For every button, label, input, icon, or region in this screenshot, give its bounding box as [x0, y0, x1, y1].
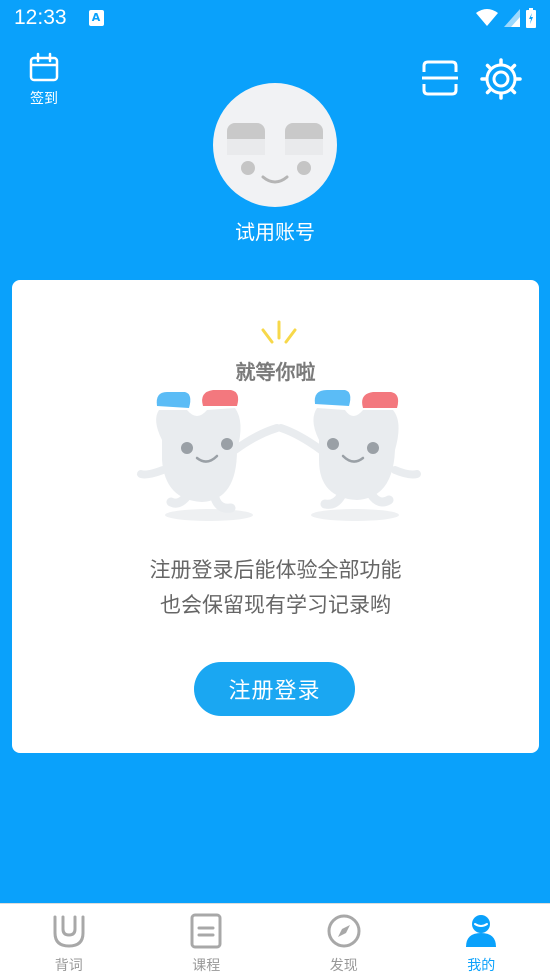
- card-message-line1: 注册登录后能体验全部功能: [149, 558, 402, 582]
- signal-icon: [504, 9, 520, 27]
- tab-label: 我的: [467, 958, 496, 974]
- battery-icon: [526, 8, 536, 28]
- high-five-illustration: [137, 320, 421, 521]
- scan-button[interactable]: [420, 58, 460, 98]
- tab-mine[interactable]: 我的: [413, 904, 550, 979]
- tab-courses[interactable]: 课程: [138, 904, 276, 979]
- book-icon: [190, 913, 222, 949]
- settings-button[interactable]: [480, 58, 522, 100]
- card-message-line2: 也会保留现有学习记录哟: [160, 593, 391, 617]
- avatar[interactable]: [213, 83, 337, 207]
- checkin-label: 签到: [30, 91, 58, 107]
- app-notification-icon: A: [88, 10, 104, 26]
- waiting-title: 就等你啦: [235, 360, 316, 384]
- login-prompt-card: 就等你啦 注册登录后能体验全部功能 也会保留现有学习记录哟 注册登录: [12, 280, 539, 753]
- tab-label: 课程: [192, 958, 221, 974]
- gear-icon: [480, 58, 522, 100]
- status-indicators: [476, 8, 536, 28]
- tab-label: 发现: [329, 958, 358, 974]
- calendar-icon: [29, 52, 59, 82]
- wifi-icon: [476, 9, 498, 26]
- tab-discover[interactable]: 发现: [275, 904, 413, 979]
- tab-label: 背词: [54, 958, 83, 974]
- status-bar: 12:33 A: [0, 0, 550, 36]
- person-icon: [466, 915, 497, 947]
- status-time: 12:33: [14, 6, 67, 29]
- u-cup-icon: [53, 915, 85, 948]
- bottom-tab-bar: 背词 课程 发现 我的: [0, 903, 550, 979]
- register-login-button[interactable]: 注册登录: [194, 662, 355, 716]
- compass-icon: [327, 914, 361, 948]
- username[interactable]: 试用账号: [0, 216, 550, 245]
- checkin-button[interactable]: 签到: [24, 52, 64, 108]
- scan-icon: [422, 60, 458, 96]
- tab-words[interactable]: 背词: [0, 904, 138, 979]
- avatar-face-icon: [227, 123, 323, 184]
